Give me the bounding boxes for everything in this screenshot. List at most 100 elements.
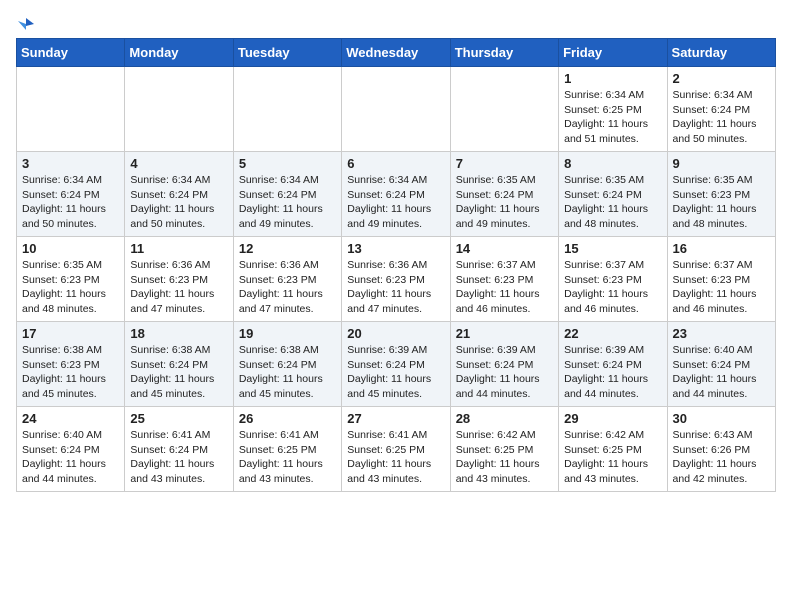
day-info: Sunrise: 6:34 AM Sunset: 6:24 PM Dayligh… [239, 173, 336, 232]
day-number: 23 [673, 326, 770, 341]
calendar-cell: 17 Sunrise: 6:38 AM Sunset: 6:23 PM Dayli… [17, 322, 125, 407]
calendar-cell: 1Sunrise: 6:34 AM Sunset: 6:25 PM Daylig… [559, 67, 667, 152]
day-number: 28 [456, 411, 553, 426]
day-info: Sunrise: 6:39 AM Sunset: 6:24 PM Dayligh… [456, 343, 553, 402]
calendar-cell: 8 Sunrise: 6:35 AM Sunset: 6:24 PM Daylig… [559, 152, 667, 237]
day-info: Sunrise: 6:35 AM Sunset: 6:24 PM Dayligh… [564, 173, 661, 232]
day-number: 7 [456, 156, 553, 171]
day-info: Sunrise: 6:36 AM Sunset: 6:23 PM Dayligh… [239, 258, 336, 317]
day-number: 1 [564, 71, 661, 86]
calendar-cell: 20 Sunrise: 6:39 AM Sunset: 6:24 PM Dayli… [342, 322, 450, 407]
day-number: 2 [673, 71, 770, 86]
day-info: Sunrise: 6:34 AM Sunset: 6:24 PM Dayligh… [22, 173, 119, 232]
day-number: 26 [239, 411, 336, 426]
day-info: Sunrise: 6:42 AM Sunset: 6:25 PM Dayligh… [564, 428, 661, 487]
day-info: Sunrise: 6:36 AM Sunset: 6:23 PM Dayligh… [347, 258, 444, 317]
calendar-cell: 6 Sunrise: 6:34 AM Sunset: 6:24 PM Daylig… [342, 152, 450, 237]
day-info: Sunrise: 6:37 AM Sunset: 6:23 PM Dayligh… [456, 258, 553, 317]
calendar-cell: 30 Sunrise: 6:43 AM Sunset: 6:26 PM Dayli… [667, 407, 775, 492]
day-info: Sunrise: 6:35 AM Sunset: 6:23 PM Dayligh… [22, 258, 119, 317]
day-info: Sunrise: 6:41 AM Sunset: 6:24 PM Dayligh… [130, 428, 227, 487]
calendar-cell: 19 Sunrise: 6:38 AM Sunset: 6:24 PM Dayli… [233, 322, 341, 407]
day-info: Sunrise: 6:35 AM Sunset: 6:24 PM Dayligh… [456, 173, 553, 232]
day-info: Sunrise: 6:43 AM Sunset: 6:26 PM Dayligh… [673, 428, 770, 487]
calendar-cell: 9 Sunrise: 6:35 AM Sunset: 6:23 PM Daylig… [667, 152, 775, 237]
calendar-cell: 27 Sunrise: 6:41 AM Sunset: 6:25 PM Dayli… [342, 407, 450, 492]
logo-bird-icon [18, 16, 34, 32]
calendar-week-row: 3 Sunrise: 6:34 AM Sunset: 6:24 PM Daylig… [17, 152, 776, 237]
day-info: Sunrise: 6:34 AM Sunset: 6:24 PM Dayligh… [673, 88, 770, 147]
calendar-cell: 29 Sunrise: 6:42 AM Sunset: 6:25 PM Dayli… [559, 407, 667, 492]
calendar-cell: 3 Sunrise: 6:34 AM Sunset: 6:24 PM Daylig… [17, 152, 125, 237]
day-header-wednesday: Wednesday [342, 39, 450, 67]
day-info: Sunrise: 6:34 AM Sunset: 6:24 PM Dayligh… [130, 173, 227, 232]
day-number: 9 [673, 156, 770, 171]
day-number: 14 [456, 241, 553, 256]
calendar-cell: 18 Sunrise: 6:38 AM Sunset: 6:24 PM Dayli… [125, 322, 233, 407]
day-header-sunday: Sunday [17, 39, 125, 67]
day-info: Sunrise: 6:41 AM Sunset: 6:25 PM Dayligh… [239, 428, 336, 487]
day-info: Sunrise: 6:34 AM Sunset: 6:24 PM Dayligh… [347, 173, 444, 232]
day-info: Sunrise: 6:38 AM Sunset: 6:24 PM Dayligh… [130, 343, 227, 402]
calendar-cell: 5Sunrise: 6:34 AM Sunset: 6:24 PM Daylig… [233, 152, 341, 237]
calendar-cell: 4 Sunrise: 6:34 AM Sunset: 6:24 PM Daylig… [125, 152, 233, 237]
day-header-thursday: Thursday [450, 39, 558, 67]
calendar-cell [17, 67, 125, 152]
calendar-week-row: 17 Sunrise: 6:38 AM Sunset: 6:23 PM Dayli… [17, 322, 776, 407]
day-info: Sunrise: 6:40 AM Sunset: 6:24 PM Dayligh… [673, 343, 770, 402]
day-number: 20 [347, 326, 444, 341]
day-number: 11 [130, 241, 227, 256]
day-number: 10 [22, 241, 119, 256]
day-number: 13 [347, 241, 444, 256]
calendar-cell: 7 Sunrise: 6:35 AM Sunset: 6:24 PM Daylig… [450, 152, 558, 237]
day-number: 8 [564, 156, 661, 171]
day-number: 30 [673, 411, 770, 426]
day-info: Sunrise: 6:38 AM Sunset: 6:23 PM Dayligh… [22, 343, 119, 402]
day-info: Sunrise: 6:35 AM Sunset: 6:23 PM Dayligh… [673, 173, 770, 232]
calendar-cell: 16 Sunrise: 6:37 AM Sunset: 6:23 PM Dayli… [667, 237, 775, 322]
calendar-cell: 10 Sunrise: 6:35 AM Sunset: 6:23 PM Dayli… [17, 237, 125, 322]
page-header [16, 16, 776, 28]
calendar-cell [233, 67, 341, 152]
day-info: Sunrise: 6:39 AM Sunset: 6:24 PM Dayligh… [347, 343, 444, 402]
day-header-saturday: Saturday [667, 39, 775, 67]
calendar-cell: 12 Sunrise: 6:36 AM Sunset: 6:23 PM Dayli… [233, 237, 341, 322]
calendar-week-row: 24 Sunrise: 6:40 AM Sunset: 6:24 PM Dayli… [17, 407, 776, 492]
day-info: Sunrise: 6:41 AM Sunset: 6:25 PM Dayligh… [347, 428, 444, 487]
day-header-friday: Friday [559, 39, 667, 67]
day-number: 4 [130, 156, 227, 171]
day-number: 6 [347, 156, 444, 171]
day-info: Sunrise: 6:42 AM Sunset: 6:25 PM Dayligh… [456, 428, 553, 487]
day-number: 18 [130, 326, 227, 341]
day-number: 17 [22, 326, 119, 341]
calendar-cell: 15Sunrise: 6:37 AM Sunset: 6:23 PM Dayli… [559, 237, 667, 322]
day-number: 3 [22, 156, 119, 171]
day-number: 16 [673, 241, 770, 256]
day-number: 22 [564, 326, 661, 341]
day-info: Sunrise: 6:40 AM Sunset: 6:24 PM Dayligh… [22, 428, 119, 487]
day-header-tuesday: Tuesday [233, 39, 341, 67]
day-number: 12 [239, 241, 336, 256]
calendar-cell: 26 Sunrise: 6:41 AM Sunset: 6:25 PM Dayli… [233, 407, 341, 492]
calendar-cell: 24 Sunrise: 6:40 AM Sunset: 6:24 PM Dayli… [17, 407, 125, 492]
day-header-monday: Monday [125, 39, 233, 67]
day-info: Sunrise: 6:37 AM Sunset: 6:23 PM Dayligh… [673, 258, 770, 317]
day-number: 19 [239, 326, 336, 341]
day-number: 25 [130, 411, 227, 426]
calendar-cell: 22Sunrise: 6:39 AM Sunset: 6:24 PM Dayli… [559, 322, 667, 407]
logo [16, 16, 34, 28]
calendar-cell: 28 Sunrise: 6:42 AM Sunset: 6:25 PM Dayli… [450, 407, 558, 492]
day-info: Sunrise: 6:38 AM Sunset: 6:24 PM Dayligh… [239, 343, 336, 402]
day-number: 15 [564, 241, 661, 256]
calendar-week-row: 1Sunrise: 6:34 AM Sunset: 6:25 PM Daylig… [17, 67, 776, 152]
calendar-cell [342, 67, 450, 152]
day-number: 27 [347, 411, 444, 426]
calendar-cell: 14 Sunrise: 6:37 AM Sunset: 6:23 PM Dayli… [450, 237, 558, 322]
calendar-cell: 25 Sunrise: 6:41 AM Sunset: 6:24 PM Dayli… [125, 407, 233, 492]
calendar-cell: 11Sunrise: 6:36 AM Sunset: 6:23 PM Dayli… [125, 237, 233, 322]
day-number: 24 [22, 411, 119, 426]
calendar-cell: 2 Sunrise: 6:34 AM Sunset: 6:24 PM Daylig… [667, 67, 775, 152]
calendar-header-row: SundayMondayTuesdayWednesdayThursdayFrid… [17, 39, 776, 67]
day-number: 29 [564, 411, 661, 426]
calendar-table: SundayMondayTuesdayWednesdayThursdayFrid… [16, 38, 776, 492]
